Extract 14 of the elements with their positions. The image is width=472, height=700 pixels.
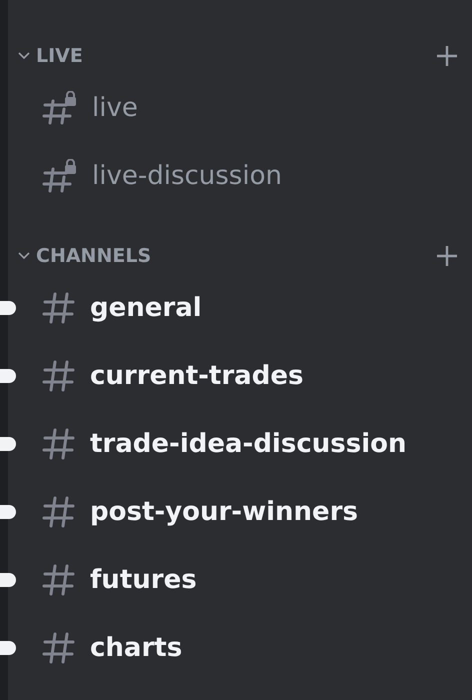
add-channel-icon[interactable] bbox=[436, 245, 458, 267]
channel-link[interactable]: general bbox=[42, 291, 202, 325]
channel-link[interactable]: trade-idea-discussion bbox=[42, 427, 406, 461]
add-channel-icon[interactable] bbox=[436, 45, 458, 67]
channel-link[interactable]: live-discussion bbox=[42, 159, 282, 193]
channel-link[interactable]: post-your-winners bbox=[42, 495, 358, 529]
chevron-icon bbox=[18, 252, 30, 260]
channel-link[interactable]: futures bbox=[42, 563, 197, 597]
channel-link[interactable]: live bbox=[42, 91, 138, 125]
chevron-icon bbox=[18, 52, 30, 60]
category-header[interactable]: CHANNELS bbox=[18, 245, 152, 267]
channel-link[interactable]: current-trades bbox=[42, 359, 304, 393]
category-header[interactable]: LIVE bbox=[18, 45, 83, 67]
channel-link[interactable]: charts bbox=[42, 631, 182, 665]
